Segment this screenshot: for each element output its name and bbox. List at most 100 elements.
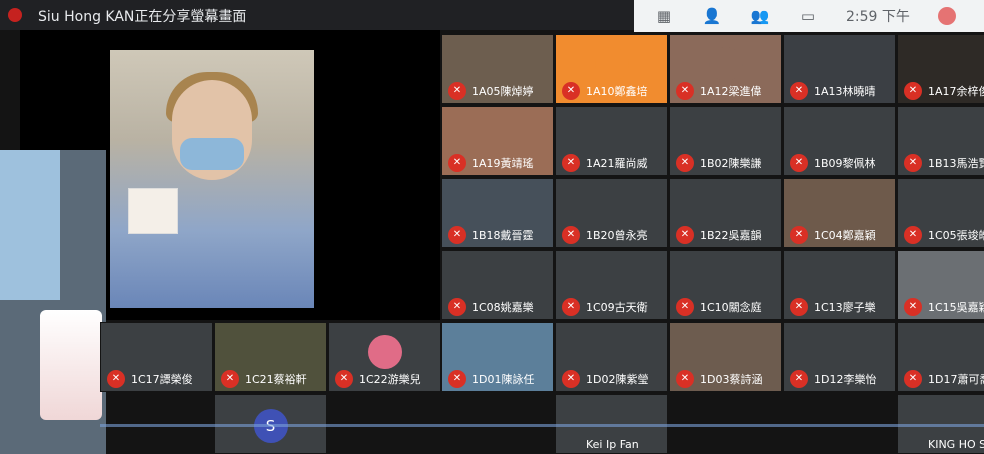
participant-tile[interactable]: ✕ 1B13馬浩賢 [897, 106, 984, 176]
participant-tile[interactable]: ✕ 1D12李樂怡 [783, 322, 896, 392]
participant-tile[interactable]: ✕ 1B18戴晉霆 [441, 178, 554, 248]
participant-name: 1C15吳嘉穎 [928, 301, 984, 314]
participant-name: KING HO S [928, 438, 984, 451]
participant-name: 1A19黃靖瑤 [472, 157, 534, 170]
mic-off-icon: ✕ [448, 370, 466, 388]
people-icon[interactable]: 👤 [702, 7, 722, 25]
mic-off-icon: ✕ [676, 370, 694, 388]
participant-name: 1C05張竣皓 [928, 229, 984, 242]
meeting-controls: ▦ 👤 👥 ▭ 2:59 下午 [634, 0, 984, 32]
scroll-bar[interactable] [100, 424, 984, 427]
participant-name: 1D17蕭可喬 [928, 373, 984, 386]
participant-tile[interactable]: ✕ 1C13廖子樂 [783, 250, 896, 320]
participant-tile[interactable]: ✕ 1C05張竣皓 [897, 178, 984, 248]
participant-name: 1C22游樂兒 [359, 373, 421, 386]
participant-avatar [367, 335, 402, 369]
participant-name: 1C17譚榮俊 [131, 373, 193, 386]
activities-icon[interactable]: ▭ [798, 7, 818, 25]
mic-off-icon: ✕ [790, 226, 808, 244]
participant-tile[interactable]: ✕ 1A10鄭鑫培 [555, 34, 668, 104]
participant-name: 1C09古天衛 [586, 301, 648, 314]
mic-off-icon: ✕ [335, 370, 353, 388]
mic-off-icon: ✕ [448, 298, 466, 316]
participant-tile[interactable]: ✕ 1C17譚榮俊 [100, 322, 213, 392]
participant-name: 1A10鄭鑫培 [586, 85, 648, 98]
participant-tile[interactable]: ✕ 1A17余梓俊 [897, 34, 984, 104]
participant-tile[interactable]: ✕ 1D17蕭可喬 [897, 322, 984, 392]
mic-off-icon: ✕ [562, 82, 580, 100]
overlay-background [0, 150, 60, 300]
mic-off-icon: ✕ [676, 226, 694, 244]
mic-off-icon: ✕ [790, 82, 808, 100]
participant-tile[interactable]: ✕ 1C09古天衛 [555, 250, 668, 320]
self-avatar[interactable] [937, 7, 956, 25]
mic-off-icon: ✕ [904, 298, 922, 316]
participant-tile[interactable]: ✕ 1A12梁進偉 [669, 34, 782, 104]
mic-off-icon: ✕ [562, 154, 580, 172]
participant-name: 1C21蔡裕軒 [245, 373, 307, 386]
mic-off-icon: ✕ [904, 82, 922, 100]
mic-off-icon: ✕ [676, 82, 694, 100]
self-video-overlay [0, 150, 106, 454]
participant-tile[interactable]: ✕ 1C21蔡裕軒 [214, 322, 327, 392]
mic-off-icon: ✕ [790, 154, 808, 172]
participant-name: 1D01陳詠任 [472, 373, 535, 386]
participant-name: 1A21羅尚威 [586, 157, 648, 170]
overlay-card [40, 310, 102, 420]
participant-avatar [594, 47, 629, 81]
participant-tile[interactable]: ✕ 1D03蔡詩涵 [669, 322, 782, 392]
participant-tile[interactable]: ✕ 1A05陳焯婷 [441, 34, 554, 104]
participant-tile[interactable]: ✕ 1A13林曉晴 [783, 34, 896, 104]
participant-name: 1C13廖子樂 [814, 301, 876, 314]
chat-icon[interactable]: 👥 [750, 7, 770, 25]
mic-off-icon: ✕ [676, 298, 694, 316]
mic-off-icon: ✕ [562, 298, 580, 316]
mic-off-icon: ✕ [562, 370, 580, 388]
participant-tile[interactable]: ✕ 1C15吳嘉穎 [897, 250, 984, 320]
participant-name: 1C08姚嘉樂 [472, 301, 534, 314]
mic-off-icon: ✕ [448, 82, 466, 100]
mic-off-icon: ✕ [790, 298, 808, 316]
participant-tile[interactable]: ✕ 1C08姚嘉樂 [441, 250, 554, 320]
presenter-card [128, 188, 178, 234]
participant-tile[interactable]: ✕ 1D01陳詠任 [441, 322, 554, 392]
participant-tile[interactable]: ✕ 1B20曾永亮 [555, 178, 668, 248]
mic-off-icon: ✕ [221, 370, 239, 388]
participant-name: 1D03蔡詩涵 [700, 373, 763, 386]
mic-off-icon: ✕ [562, 226, 580, 244]
mic-off-icon: ✕ [790, 370, 808, 388]
participant-name: 1A13林曉晴 [814, 85, 876, 98]
participant-name: 1B02陳樂謙 [700, 157, 762, 170]
participant-name: 1B22吳嘉韻 [700, 229, 762, 242]
participant-tile[interactable]: ✕ 1D02陳紫瑩 [555, 322, 668, 392]
participant-tile[interactable]: ✕ 1B02陳樂謙 [669, 106, 782, 176]
participant-name: 1C04鄭嘉穎 [814, 229, 876, 242]
participant-tile[interactable]: ✕ 1C22游樂兒 [328, 322, 441, 392]
participant-tile[interactable]: ✕ 1C04鄭嘉穎 [783, 178, 896, 248]
participant-name: 1A05陳焯婷 [472, 85, 534, 98]
grid-icon[interactable]: ▦ [654, 7, 674, 25]
participant-tile[interactable]: ✕ 1C10關念庭 [669, 250, 782, 320]
participant-name: 1A12梁進偉 [700, 85, 762, 98]
participant-name: 1B20曾永亮 [586, 229, 648, 242]
mic-off-icon: ✕ [904, 370, 922, 388]
participant-name: 1B09黎佩林 [814, 157, 876, 170]
participant-name: 1B13馬浩賢 [928, 157, 984, 170]
participant-avatar [708, 47, 743, 81]
mic-off-icon: ✕ [107, 370, 125, 388]
participant-tile[interactable]: ✕ 1B09黎佩林 [783, 106, 896, 176]
participant-tile[interactable]: ✕ 1A21羅尚威 [555, 106, 668, 176]
participant-tile[interactable]: ✕ 1A19黃靖瑤 [441, 106, 554, 176]
participant-name: 1A17余梓俊 [928, 85, 984, 98]
clock: 2:59 下午 [846, 9, 910, 25]
participant-name: Kei Ip Fan [586, 438, 639, 451]
participant-name: 1C10關念庭 [700, 301, 762, 314]
participant-tile[interactable]: ✕ 1B22吳嘉韻 [669, 178, 782, 248]
presenter-mask [180, 138, 244, 170]
mic-off-icon: ✕ [676, 154, 694, 172]
mic-off-icon: ✕ [448, 154, 466, 172]
participant-name: 1B18戴晉霆 [472, 229, 534, 242]
mic-off-icon: ✕ [448, 226, 466, 244]
mic-off-icon: ✕ [904, 154, 922, 172]
participant-name: 1D12李樂怡 [814, 373, 877, 386]
